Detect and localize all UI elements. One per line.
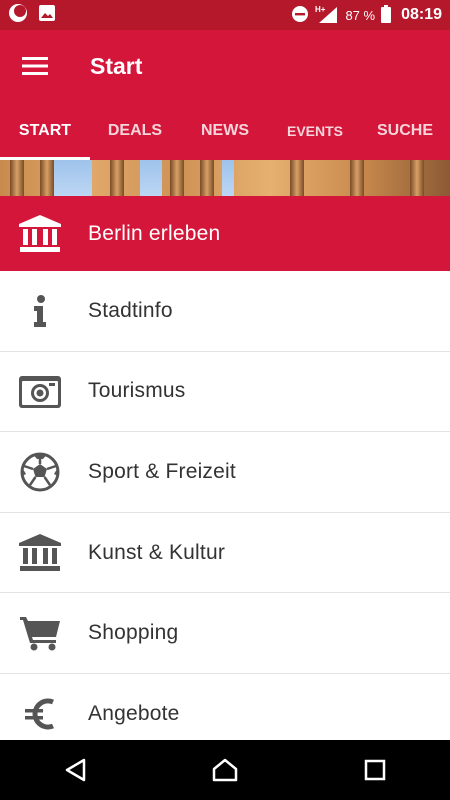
tab-events[interactable]: EVENTS: [270, 102, 360, 160]
list-item-sport-freizeit[interactable]: Sport & Freizeit: [0, 432, 450, 513]
shopping-cart-icon: [0, 593, 80, 673]
soccer-ball-icon: [0, 432, 80, 512]
home-icon[interactable]: [195, 740, 255, 800]
header-banner-image: [0, 160, 450, 196]
list-item-tourismus[interactable]: Tourismus: [0, 351, 450, 433]
menu-list: Berlin erleben Stadtinfo Tourismus Sport…: [0, 196, 450, 755]
museum-building-icon: [0, 513, 80, 593]
back-icon[interactable]: [45, 740, 105, 800]
do-not-disturb-icon: [291, 5, 309, 26]
recents-icon[interactable]: [345, 740, 405, 800]
list-item-shopping[interactable]: Shopping: [0, 593, 450, 674]
tab-deals[interactable]: DEALS: [90, 102, 180, 160]
system-navigation-bar: [0, 740, 450, 800]
page-title: Start: [90, 52, 143, 79]
museum-building-icon: [0, 194, 80, 274]
tab-bar: START DEALS NEWS EVENTS SUCHE: [0, 102, 450, 160]
list-item-kunst-kultur[interactable]: Kunst & Kultur: [0, 512, 450, 594]
tab-news[interactable]: NEWS: [180, 102, 270, 160]
tab-start[interactable]: START: [0, 102, 90, 160]
list-item-stadtinfo[interactable]: Stadtinfo: [0, 271, 450, 352]
list-item-label: Tourismus: [88, 379, 186, 403]
list-item-label: Sport & Freizeit: [88, 459, 236, 483]
list-item-label: Berlin erleben: [88, 221, 221, 245]
tab-suche[interactable]: SUCHE: [360, 102, 450, 160]
list-item-berlin-erleben[interactable]: Berlin erleben: [0, 196, 450, 271]
list-item-label: Kunst & Kultur: [88, 540, 226, 564]
app-toolbar: Start: [0, 30, 450, 102]
notification-moon-icon: [8, 3, 28, 28]
list-item-label: Stadtinfo: [88, 298, 173, 322]
battery-percent: 87 %: [345, 7, 376, 23]
hamburger-menu-icon[interactable]: [0, 30, 70, 102]
camera-icon: [0, 351, 80, 431]
image-icon: [38, 4, 56, 27]
list-item-label: Shopping: [88, 621, 179, 645]
status-time: 08:19: [401, 6, 442, 23]
status-bar: H+ 87 % 08:19: [0, 0, 450, 30]
h-plus-signal-icon: H+: [315, 4, 339, 27]
list-item-label: Angebote: [88, 701, 180, 725]
svg-text:H+: H+: [315, 5, 326, 14]
info-icon: [0, 271, 80, 351]
battery-icon: [381, 4, 392, 26]
